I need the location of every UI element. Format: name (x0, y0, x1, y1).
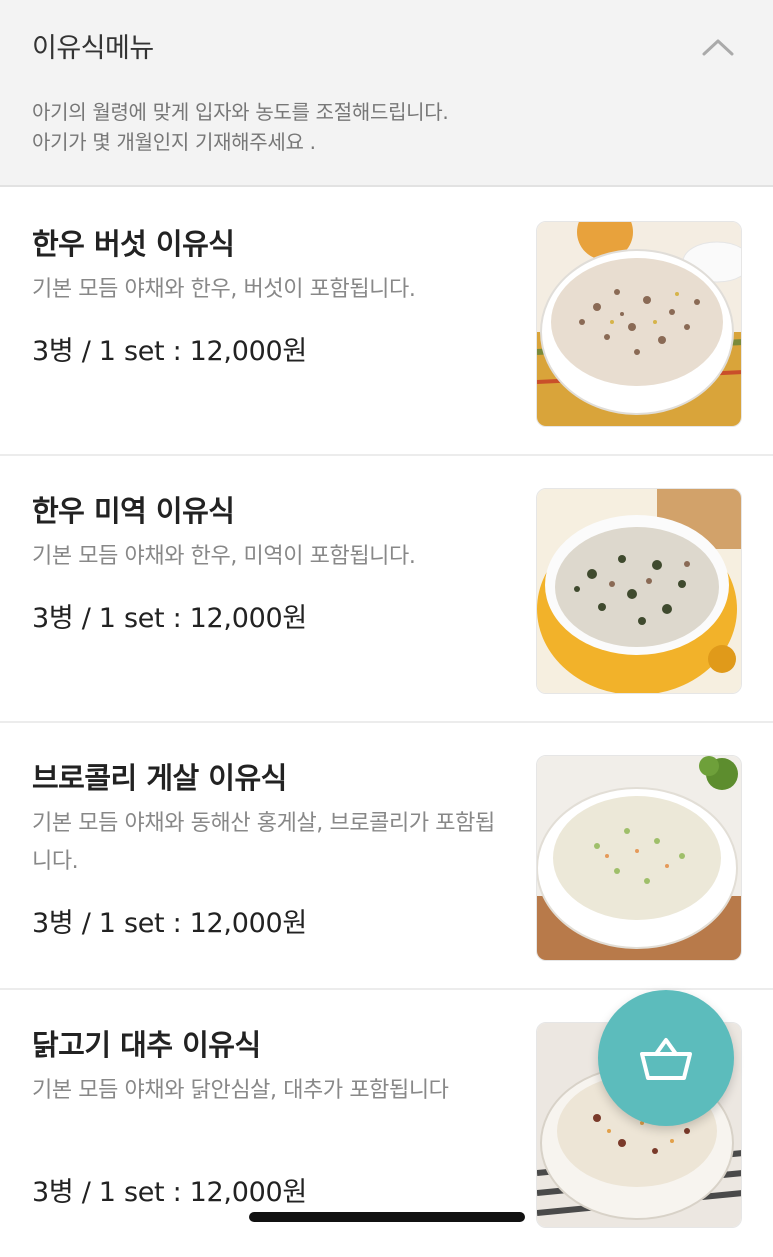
menu-item-beef-mushroom[interactable]: 한우 버섯 이유식 기본 모듬 야채와 한우, 버섯이 포함됩니다. 3병 / … (0, 189, 773, 456)
item-description: 기본 모듬 야채와 닭안심살, 대추가 포함됩니다 (32, 1078, 449, 1103)
collapse-button[interactable] (696, 28, 740, 64)
menu-header-description: 아기의 월령에 맞게 입자와 농도를 조절해드립니다. 아기가 몇 개월인지 기… (32, 97, 449, 157)
item-price: 3병 / 1 set : 12,000원 (32, 1177, 307, 1208)
item-price: 3병 / 1 set : 12,000원 (32, 336, 307, 367)
chevron-up-icon (702, 39, 734, 56)
description-line: 아기의 월령에 맞게 입자와 농도를 조절해드립니다. (32, 100, 449, 124)
item-thumbnail (536, 755, 742, 961)
item-name: 닭고기 대추 이유식 (32, 1028, 261, 1062)
item-name: 한우 미역 이유식 (32, 494, 235, 528)
menu-header-title: 이유식메뉴 (32, 33, 154, 64)
item-description: 기본 모듬 야채와 한우, 미역이 포함됩니다. (32, 544, 416, 569)
item-description: 기본 모듬 야채와 한우, 버섯이 포함됩니다. (32, 277, 416, 302)
item-name: 한우 버섯 이유식 (32, 227, 235, 261)
item-name: 브로콜리 게살 이유식 (32, 761, 287, 795)
menu-item-beef-seaweed[interactable]: 한우 미역 이유식 기본 모듬 야채와 한우, 미역이 포함됩니다. 3병 / … (0, 456, 773, 723)
description-line: 아기가 몇 개월인지 기재해주세요 . (32, 130, 316, 154)
item-price: 3병 / 1 set : 12,000원 (32, 603, 307, 634)
home-indicator (249, 1212, 525, 1222)
item-thumbnail (536, 488, 742, 694)
shopping-basket-icon (640, 1038, 692, 1080)
item-thumbnail (536, 221, 742, 427)
menu-item-broccoli-crab[interactable]: 브로콜리 게살 이유식 기본 모듬 야채와 동해산 홍게살, 브로콜리가 포함됩… (0, 723, 773, 990)
menu-header: 이유식메뉴 아기의 월령에 맞게 입자와 농도를 조절해드립니다. 아기가 몇 … (0, 0, 773, 187)
item-description: 기본 모듬 야채와 동해산 홍게살, 브로콜리가 포함됩니다. (32, 811, 495, 874)
cart-button[interactable] (598, 990, 734, 1126)
item-price: 3병 / 1 set : 12,000원 (32, 908, 307, 939)
